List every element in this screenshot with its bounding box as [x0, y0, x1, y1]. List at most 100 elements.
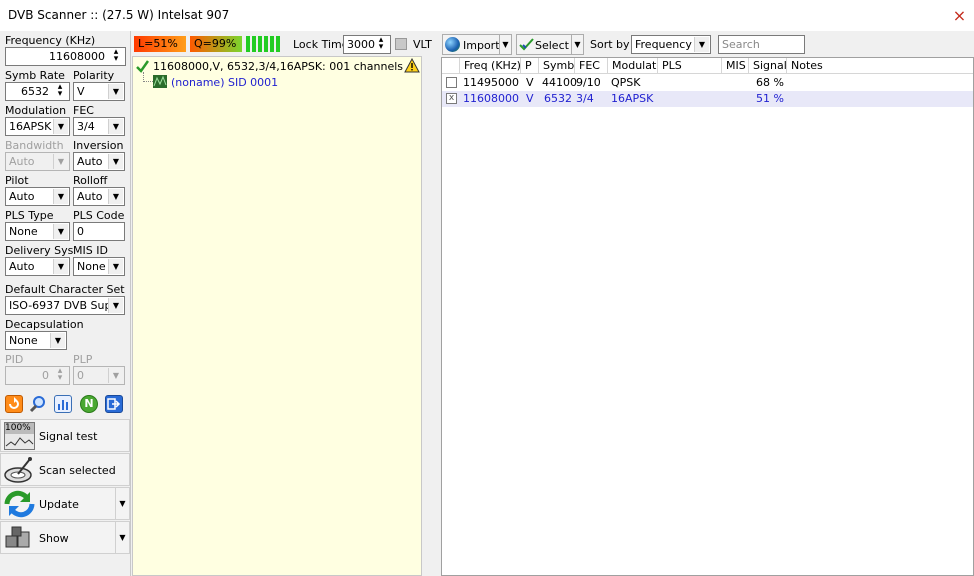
chevron-down-icon: ▼	[53, 189, 68, 204]
table-header-pls[interactable]: PLS	[658, 58, 722, 74]
import-label: Import	[463, 39, 500, 52]
chevron-down-icon: ▼	[108, 189, 123, 204]
search-icon[interactable]	[29, 395, 47, 413]
table-header-fec[interactable]: FEC	[575, 58, 608, 74]
pilot-value: Auto	[9, 190, 35, 203]
tree-transponder-node[interactable]: 11608000,V, 6532,3/4,16APSK: 001 channel…	[153, 60, 403, 73]
mis-id-select[interactable]: None ▼	[73, 257, 125, 276]
table-header-symb[interactable]: Symb	[539, 58, 575, 74]
select-button[interactable]: Select ▼	[516, 34, 584, 55]
chevron-down-icon[interactable]: ▼	[115, 522, 129, 553]
row-modulation: 16APSK	[611, 92, 654, 105]
export-icon[interactable]	[105, 395, 123, 413]
bandwidth-select: Auto ▼	[5, 152, 70, 171]
row-modulation: QPSK	[611, 76, 641, 89]
inversion-select[interactable]: Auto ▼	[73, 152, 125, 171]
delivery-sys-select[interactable]: Auto ▼	[5, 257, 70, 276]
nit-icon[interactable]: N	[80, 395, 98, 413]
frequency-input[interactable]: 11608000 ▴ ▾	[5, 47, 126, 66]
polarity-label: Polarity	[73, 69, 115, 82]
chevron-down-icon[interactable]: ▼	[115, 488, 129, 519]
signal-test-button[interactable]: 100% Signal test	[0, 419, 130, 452]
spectrum-icon[interactable]	[54, 395, 72, 413]
chevron-down-icon: ▼	[694, 37, 709, 52]
lock-indicator-bar	[252, 36, 256, 52]
sort-by-value: Frequency	[635, 38, 692, 51]
polarity-select[interactable]: V ▼	[73, 82, 125, 101]
modulation-select[interactable]: 16APSK ▼	[5, 117, 70, 136]
lock-time-input[interactable]: 3000 ▴ ▾	[343, 35, 391, 54]
frequency-spin-icon[interactable]: ▴ ▾	[108, 48, 124, 64]
delivery-sys-label: Delivery Sys	[5, 244, 74, 257]
pls-code-input[interactable]: 0	[73, 222, 125, 241]
row-checkbox[interactable]: x	[446, 93, 457, 104]
lock-indicator-bar	[270, 36, 274, 52]
chevron-down-icon: ▼	[108, 119, 123, 134]
warning-icon	[404, 57, 420, 73]
pilot-select[interactable]: Auto ▼	[5, 187, 70, 206]
symbrate-value: 6532	[21, 85, 49, 98]
close-button[interactable]: ×	[945, 1, 974, 31]
vlt-label: VLT	[413, 38, 432, 51]
refresh-icon[interactable]	[5, 395, 23, 413]
transponder-tree	[132, 56, 422, 576]
row-fec: 9/10	[576, 76, 601, 89]
decapsulation-label: Decapsulation	[5, 318, 84, 331]
chevron-down-icon: ▼	[53, 259, 68, 274]
decapsulation-select[interactable]: None ▼	[5, 331, 67, 350]
update-button[interactable]: Update ▼	[0, 487, 130, 520]
lock-time-spin-icon[interactable]: ▴ ▾	[373, 36, 389, 52]
symbrate-spin-icon[interactable]: ▴ ▾	[52, 83, 68, 99]
sort-by-label: Sort by	[590, 38, 630, 51]
chevron-down-icon[interactable]: ▼	[571, 35, 583, 54]
pid-input: 0 ▴ ▾	[5, 366, 70, 385]
tv-channel-icon	[153, 75, 167, 88]
pls-code-value: 0	[77, 225, 84, 238]
search-input[interactable]: Search	[718, 35, 805, 54]
show-button[interactable]: Show ▼	[0, 521, 130, 554]
row-freq: 11495000	[463, 76, 519, 89]
import-button[interactable]: Import ▼	[442, 34, 512, 55]
lock-time-value: 3000	[347, 38, 375, 51]
table-header-signal[interactable]: Signal	[749, 58, 787, 74]
lock-time-label: Lock Time	[293, 38, 349, 51]
mis-id-value: None	[77, 260, 106, 273]
fec-select[interactable]: 3/4 ▼	[73, 117, 125, 136]
update-icon	[4, 490, 35, 518]
splitter[interactable]	[422, 56, 440, 576]
frequency-value: 11608000	[49, 50, 105, 63]
lock-indicator-bar	[276, 36, 280, 52]
pid-value: 0	[42, 369, 49, 382]
charset-label: Default Character Set	[5, 283, 125, 296]
pid-spin-icon: ▴ ▾	[57, 366, 63, 383]
symbrate-input[interactable]: 6532 ▴ ▾	[5, 82, 70, 101]
table-header-mis[interactable]: MIS	[722, 58, 749, 74]
table-header-p[interactable]: P	[521, 58, 539, 74]
row-fec: 3/4	[576, 92, 594, 105]
boxes-icon	[4, 524, 35, 552]
row-signal: 68 %	[756, 76, 784, 89]
rolloff-select[interactable]: Auto ▼	[73, 187, 125, 206]
scan-selected-button[interactable]: Scan selected	[0, 453, 130, 486]
pls-type-select[interactable]: None ▼	[5, 222, 70, 241]
fec-label: FEC	[73, 104, 94, 117]
table-row[interactable]: 11495000 V 44100 9/10 QPSK 68 %	[442, 75, 973, 91]
check-icon	[519, 38, 534, 51]
pls-type-label: PLS Type	[5, 209, 54, 222]
quality-bar: Q=99%	[190, 36, 242, 52]
search-placeholder: Search	[722, 38, 760, 51]
table-row[interactable]: x 11608000 V 6532 3/4 16APSK 51 %	[442, 91, 973, 107]
charset-select[interactable]: ISO-6937 DVB Super ▼	[5, 296, 125, 315]
row-symb: 44100	[542, 76, 577, 89]
row-pls	[658, 91, 722, 107]
tree-channel-node[interactable]: (noname) SID 0001	[171, 76, 278, 89]
sort-by-select[interactable]: Frequency ▼	[631, 35, 711, 54]
table-header-notes[interactable]: Notes	[787, 58, 973, 74]
chevron-down-icon[interactable]: ▼	[499, 35, 511, 54]
table-header-freq[interactable]: Freq (KHz)	[460, 58, 521, 74]
table-header-modulat[interactable]: Modulat	[608, 58, 658, 74]
vlt-checkbox[interactable]	[395, 38, 407, 50]
level-bar: L=51%	[134, 36, 186, 52]
plp-select: 0 ▼	[73, 366, 125, 385]
row-checkbox[interactable]	[446, 77, 457, 88]
